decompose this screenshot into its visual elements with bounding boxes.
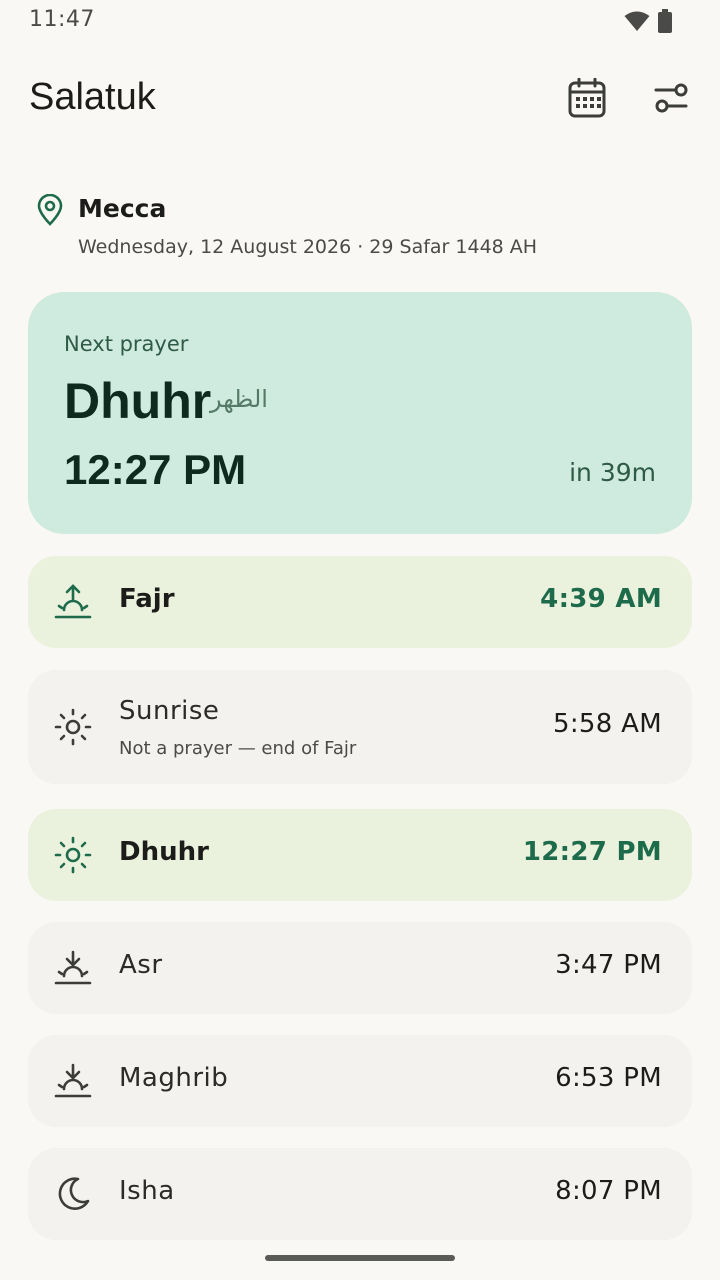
prayer-row-isha[interactable]: Isha 8:07 PM [28,1148,692,1240]
location-pin-icon [37,194,63,226]
next-prayer-card: Next prayer Dhuhr الظهر 12:27 PM in 39m [28,292,692,534]
battery-icon [658,9,672,33]
date-line: Wednesday, 12 August 2026 · 29 Safar 144… [78,236,538,258]
location-city: Mecca [78,194,167,223]
settings-button[interactable] [649,76,693,120]
sunset-down-icon [54,950,92,985]
prayer-time: 4:39 AM [540,584,662,614]
sun-icon [54,708,92,746]
next-prayer-label: Next prayer [64,332,189,356]
wifi-icon [624,11,650,31]
next-prayer-arabic-name: الظهر [210,385,268,413]
app-title: Salatuk [29,76,156,118]
prayer-name: Maghrib [119,1063,229,1093]
prayer-row-maghrib[interactable]: Maghrib 6:53 PM [28,1035,692,1127]
next-prayer-countdown: in 39m [569,458,656,487]
home-indicator[interactable] [265,1255,455,1261]
status-bar: 11:47 [0,0,720,40]
prayer-name: Dhuhr [119,837,209,867]
prayer-time: 5:58 AM [553,709,662,739]
next-prayer-name: Dhuhr [64,373,212,429]
prayer-name: Isha [119,1176,175,1206]
sunrise-up-icon [54,584,92,619]
prayer-name: Asr [119,950,163,980]
sunset-down-icon [54,1063,92,1098]
prayer-row-dhuhr[interactable]: Dhuhr 12:27 PM [28,809,692,901]
prayer-subtitle: Not a prayer — end of Fajr [119,738,357,759]
prayer-time: 12:27 PM [522,837,662,867]
prayer-row-fajr[interactable]: Fajr 4:39 AM [28,556,692,648]
calendar-button[interactable] [565,76,609,120]
status-icons [624,9,672,33]
moon-icon [58,1177,90,1210]
app-bar: Salatuk [0,62,720,134]
prayer-name: Sunrise [119,696,220,726]
next-prayer-time: 12:27 PM [64,446,247,493]
sun-icon [54,836,92,874]
tune-icon [654,83,688,113]
calendar-icon [568,78,606,118]
prayer-row-asr[interactable]: Asr 3:47 PM [28,922,692,1014]
prayer-row-sunrise[interactable]: Sunrise Not a prayer — end of Fajr 5:58 … [28,670,692,784]
prayer-time: 6:53 PM [555,1063,662,1093]
prayer-time: 8:07 PM [555,1176,662,1206]
status-time: 11:47 [29,7,95,32]
prayer-time: 3:47 PM [555,950,662,980]
prayer-name: Fajr [119,584,175,614]
